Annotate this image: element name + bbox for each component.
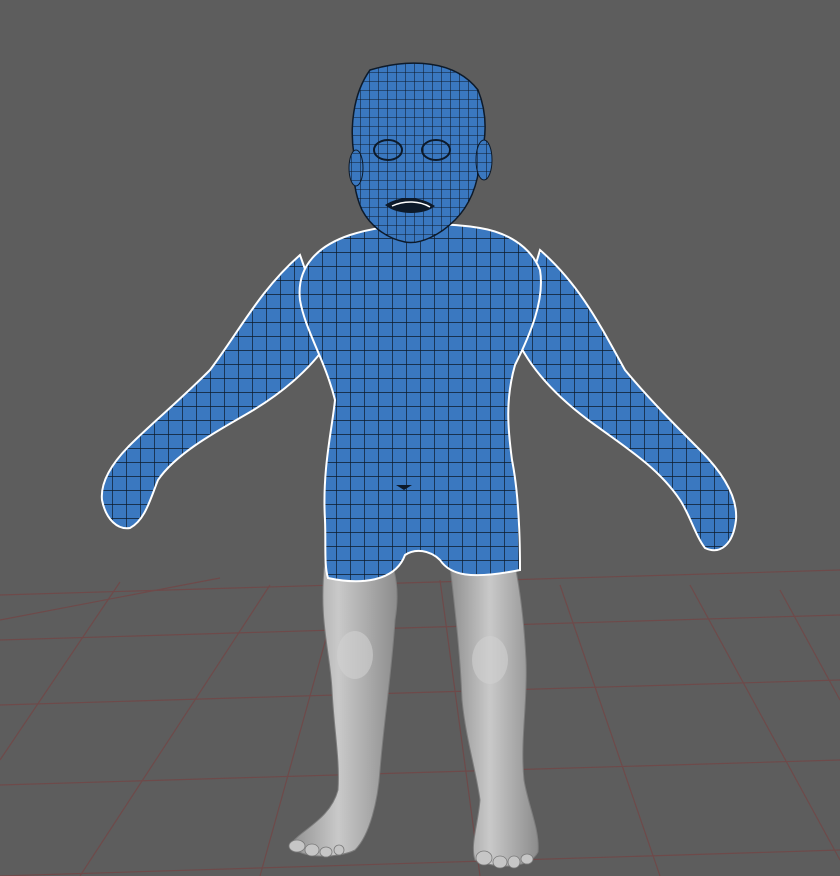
grid-line-v-5 xyxy=(559,584,661,876)
grid-line-v-0 xyxy=(0,577,221,621)
ground-grid xyxy=(0,569,840,876)
grid-line-h-2 xyxy=(0,679,840,706)
grid-line-h-3 xyxy=(0,759,840,786)
sculpt-legs xyxy=(288,559,539,869)
grid-line-h-1 xyxy=(0,614,840,641)
grid-line-v-7 xyxy=(779,589,840,701)
grid-line-h-0 xyxy=(0,569,840,596)
viewport-scene[interactable] xyxy=(0,0,840,876)
3d-viewport[interactable] xyxy=(0,0,840,876)
grid-line-v-2 xyxy=(79,584,271,876)
grid-line-h-4 xyxy=(0,849,840,876)
retopo-mesh[interactable] xyxy=(100,62,738,583)
grid-line-v-6 xyxy=(689,584,840,861)
